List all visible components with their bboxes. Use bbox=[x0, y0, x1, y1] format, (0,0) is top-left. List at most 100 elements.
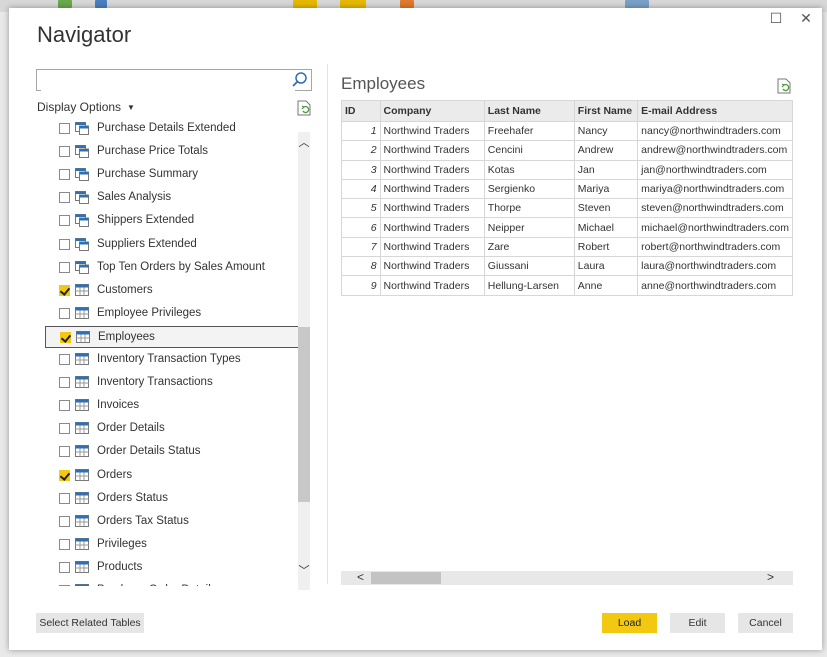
column-header[interactable]: First Name bbox=[573, 100, 639, 122]
list-item[interactable]: Products bbox=[45, 557, 305, 579]
table-row: 8 Northwind Traders Giussani Laura laura@nor… bbox=[341, 256, 793, 277]
item-label: Sales Analysis bbox=[97, 191, 172, 204]
item-checkbox[interactable] bbox=[59, 561, 70, 573]
table-cell: Northwind Traders bbox=[379, 198, 485, 219]
list-item[interactable]: Purchase Summary bbox=[45, 164, 305, 186]
column-header[interactable]: Company bbox=[379, 100, 485, 122]
item-checkbox[interactable] bbox=[59, 192, 70, 204]
item-checkbox[interactable] bbox=[59, 538, 70, 550]
table-cell: Nancy bbox=[573, 120, 639, 142]
display-options-label: Display Options bbox=[37, 100, 122, 114]
item-checkbox[interactable] bbox=[59, 423, 70, 435]
list-item[interactable]: Invoices bbox=[45, 395, 305, 417]
pane-divider bbox=[327, 64, 328, 584]
cancel-button[interactable]: Cancel bbox=[738, 613, 793, 633]
list-item[interactable]: Sales Analysis bbox=[45, 187, 305, 209]
list-item[interactable]: Inventory Transaction Types bbox=[45, 349, 305, 371]
preview-hscrollbar[interactable]: < > bbox=[341, 570, 793, 585]
list-item[interactable]: Order Details bbox=[45, 418, 305, 440]
refresh-icon[interactable] bbox=[297, 100, 311, 116]
select-related-tables-button[interactable]: Select Related Tables bbox=[36, 613, 144, 633]
item-checkbox[interactable] bbox=[59, 284, 70, 296]
item-checkbox[interactable] bbox=[59, 446, 70, 458]
scroll-down-icon[interactable]: ﹀ bbox=[298, 562, 310, 578]
list-item[interactable]: Inventory Transactions bbox=[45, 372, 305, 394]
list-item[interactable]: Orders Tax Status bbox=[45, 511, 305, 533]
table-cell: andrew@northwindtraders.com bbox=[637, 140, 793, 161]
list-item[interactable]: Top Ten Orders by Sales Amount bbox=[45, 257, 305, 279]
table-cell: Sergienko bbox=[483, 178, 575, 200]
column-header[interactable]: ID bbox=[341, 100, 381, 122]
ribbon-icon bbox=[625, 0, 649, 8]
list-item[interactable]: Purchase Details Extended bbox=[45, 120, 305, 140]
item-label: Inventory Transaction Types bbox=[97, 353, 241, 365]
navigator-dialog: Navigator ☐ ✕ Display Options ▼ Purchase … bbox=[9, 8, 822, 650]
item-label: Order Details Status bbox=[97, 445, 201, 458]
item-checkbox[interactable] bbox=[60, 331, 71, 343]
view-icon bbox=[75, 237, 89, 251]
item-checkbox[interactable] bbox=[59, 377, 70, 389]
list-item[interactable]: Orders Status bbox=[45, 488, 305, 510]
item-label: Purchase Details Extended bbox=[97, 122, 236, 134]
table-cell: Jan bbox=[573, 159, 639, 180]
item-checkbox[interactable] bbox=[59, 492, 70, 504]
scroll-up-icon[interactable]: ︿ bbox=[298, 134, 310, 150]
item-checkbox[interactable] bbox=[59, 400, 70, 412]
list-item[interactable]: Employee Privileges bbox=[45, 303, 305, 325]
item-label: Top Ten Orders by Sales Amount bbox=[97, 260, 265, 273]
list-scrollbar[interactable]: ︿ ﹀ bbox=[298, 132, 310, 590]
table-icon bbox=[75, 491, 89, 504]
scrollbar-thumb[interactable] bbox=[298, 327, 310, 502]
table-icon bbox=[75, 537, 89, 550]
column-header[interactable]: Last Name bbox=[483, 100, 575, 122]
search-input[interactable] bbox=[41, 71, 295, 91]
item-checkbox[interactable] bbox=[59, 307, 70, 319]
table-row: 3 Northwind Traders Kotas Jan jan@northwindt… bbox=[341, 159, 793, 180]
maximize-icon[interactable]: ☐ bbox=[768, 10, 784, 27]
load-button[interactable]: Load bbox=[602, 613, 657, 633]
close-icon[interactable]: ✕ bbox=[798, 10, 814, 27]
navigator-list: Purchase Details Extended Purchase Price … bbox=[45, 120, 313, 586]
column-header[interactable]: E-mail Address bbox=[637, 100, 793, 122]
search-icon[interactable] bbox=[291, 71, 309, 89]
list-item[interactable]: Orders bbox=[45, 465, 305, 487]
refresh-preview-icon[interactable] bbox=[777, 78, 791, 94]
item-checkbox[interactable] bbox=[59, 469, 70, 481]
hscrollbar-thumb[interactable] bbox=[371, 572, 441, 584]
view-icon bbox=[75, 168, 89, 182]
ribbon-icon bbox=[293, 0, 317, 8]
item-checkbox[interactable] bbox=[59, 585, 70, 586]
table-icon bbox=[75, 560, 89, 573]
list-item[interactable]: Customers bbox=[45, 280, 305, 302]
item-label: Order Details bbox=[97, 422, 165, 435]
list-item[interactable]: Privileges bbox=[45, 534, 305, 556]
item-checkbox[interactable] bbox=[59, 123, 70, 134]
list-item[interactable]: Purchase Order Details bbox=[45, 580, 305, 586]
table-cell: Northwind Traders bbox=[379, 120, 485, 142]
list-item[interactable]: Shippers Extended bbox=[45, 210, 305, 232]
item-checkbox[interactable] bbox=[59, 146, 70, 158]
item-label: Orders Status bbox=[97, 491, 168, 504]
item-checkbox[interactable] bbox=[59, 515, 70, 527]
item-checkbox[interactable] bbox=[59, 215, 70, 227]
table-icon bbox=[75, 514, 89, 527]
list-item[interactable]: Order Details Status bbox=[45, 441, 305, 463]
table-icon bbox=[75, 376, 89, 389]
list-item[interactable]: Purchase Price Totals bbox=[45, 141, 305, 163]
item-label: Orders Tax Status bbox=[97, 514, 189, 527]
scroll-right-icon[interactable]: > bbox=[767, 570, 774, 584]
table-cell: Hellung-Larsen bbox=[483, 275, 575, 296]
item-checkbox[interactable] bbox=[59, 169, 70, 181]
display-options-dropdown[interactable]: Display Options ▼ bbox=[37, 100, 135, 114]
item-label: Purchase Order Details bbox=[97, 584, 217, 586]
item-checkbox[interactable] bbox=[59, 354, 70, 365]
list-item[interactable]: Suppliers Extended bbox=[45, 234, 305, 256]
view-icon bbox=[75, 191, 89, 205]
item-checkbox[interactable] bbox=[59, 261, 70, 273]
table-cell: Steven bbox=[573, 198, 639, 219]
edit-button[interactable]: Edit bbox=[670, 613, 725, 633]
table-icon bbox=[75, 422, 89, 435]
scroll-left-icon[interactable]: < bbox=[357, 570, 364, 584]
list-item[interactable]: Employees bbox=[45, 325, 305, 348]
item-checkbox[interactable] bbox=[59, 238, 70, 250]
